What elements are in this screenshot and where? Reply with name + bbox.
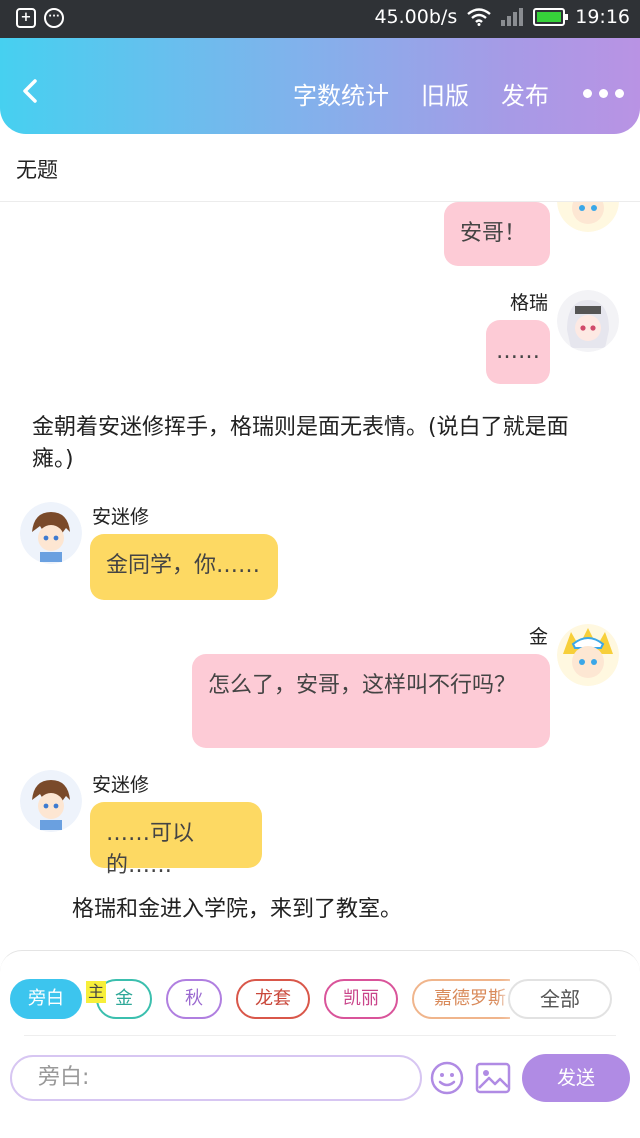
role-chip-narration[interactable]: 旁白 — [10, 979, 82, 1019]
network-speed: 45.00b/s — [374, 6, 458, 28]
signal-icon — [501, 8, 524, 26]
avatar-anmixiu[interactable] — [20, 770, 82, 832]
publish-button[interactable]: 发布 — [501, 76, 549, 111]
chat-notification-icon: ··· — [44, 8, 64, 28]
emoji-icon[interactable] — [430, 1061, 464, 1095]
speaker-name: 安迷修 — [92, 774, 150, 796]
avatar-jin[interactable] — [557, 624, 619, 686]
main-role-tag: 主 — [86, 981, 106, 1003]
all-roles-button[interactable]: 全部 — [508, 979, 612, 1019]
word-count-button[interactable]: 字数统计 — [293, 76, 389, 111]
doc-title[interactable]: 无题 — [16, 154, 58, 184]
role-chip-qiu[interactable]: 秋 — [166, 979, 222, 1019]
status-bar: + ··· 45.00b/s 19:16 — [0, 0, 640, 38]
old-version-button[interactable]: 旧版 — [421, 76, 469, 111]
role-chip-extra[interactable]: 龙套 — [236, 979, 310, 1019]
sim-add-icon: + — [16, 8, 36, 28]
back-icon[interactable] — [18, 78, 44, 104]
speaker-name: 金 — [528, 626, 548, 648]
title-bar[interactable]: 无题 — [0, 134, 640, 202]
composer-panel: 旁白 金 秋 龙套 凯丽 嘉德罗斯 主 全部 旁白: 发送 — [0, 950, 640, 1138]
message-bubble[interactable]: ……可以的…… — [90, 802, 262, 878]
app-header: 字数统计 旧版 发布 — [0, 38, 640, 134]
image-icon[interactable] — [475, 1062, 511, 1094]
avatar-jin[interactable] — [557, 202, 619, 232]
narration-text[interactable]: 金朝着安迷修挥手，格瑞则是面无表情。(说白了就是面瘫。) — [32, 412, 602, 476]
speaker-name: 格瑞 — [509, 292, 548, 314]
chat-area[interactable]: 安哥！ 格瑞 …… 金朝着安迷修挥手，格瑞则是面无表情。(说白了就是面瘫。) 安… — [0, 202, 640, 950]
avatar-anmixiu[interactable] — [20, 502, 82, 564]
avatar-gerui[interactable] — [557, 290, 619, 352]
send-button[interactable]: 发送 — [522, 1054, 630, 1102]
message-bubble[interactable]: 安哥！ — [444, 202, 550, 266]
more-icon[interactable] — [583, 89, 624, 98]
message-bubble[interactable]: 怎么了，安哥，这样叫不行吗？ — [192, 654, 550, 748]
speaker-name: 安迷修 — [92, 506, 150, 528]
role-selector[interactable]: 旁白 金 秋 龙套 凯丽 嘉德罗斯 — [10, 979, 510, 1019]
clock: 19:16 — [575, 6, 630, 28]
wifi-icon — [467, 8, 491, 26]
message-bubble[interactable]: …… — [486, 320, 550, 384]
role-chip-kaili[interactable]: 凯丽 — [324, 979, 398, 1019]
divider — [24, 1035, 616, 1036]
message-input[interactable]: 旁白: — [10, 1055, 422, 1101]
role-chip-jiadeluosi[interactable]: 嘉德罗斯 — [412, 979, 510, 1019]
message-bubble[interactable]: 金同学，你…… — [90, 534, 278, 600]
battery-icon — [533, 8, 569, 26]
narration-text[interactable]: 格瑞和金进入学院，来到了教室。 — [72, 894, 592, 926]
